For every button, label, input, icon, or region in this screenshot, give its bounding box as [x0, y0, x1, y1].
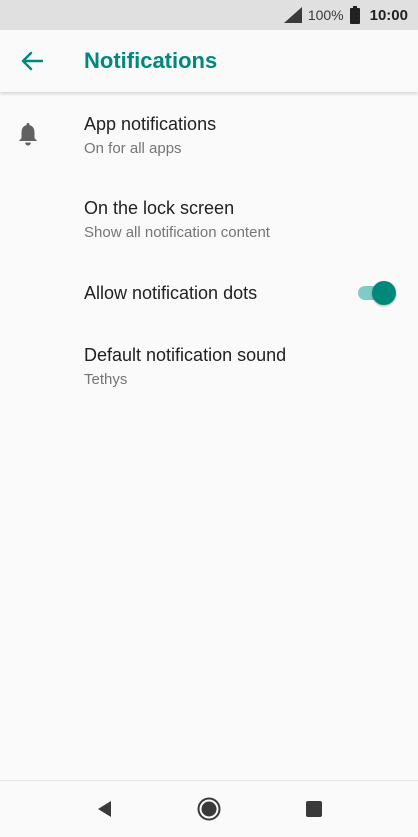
signal-icon — [283, 7, 302, 23]
setting-default-sound[interactable]: Default notification sound Tethys — [0, 331, 418, 407]
navigation-bar — [0, 780, 418, 837]
setting-app-notifications[interactable]: App notifications On for all apps — [0, 95, 418, 171]
setting-summary: Tethys — [84, 371, 128, 388]
notification-dots-toggle[interactable] — [356, 280, 398, 306]
setting-notification-dots[interactable]: Allow notification dots — [0, 265, 418, 323]
setting-title: Allow notification dots — [84, 283, 258, 303]
setting-title: On the lock screen — [84, 198, 235, 218]
setting-lock-screen[interactable]: On the lock screen Show all notification… — [0, 179, 418, 255]
app-bar: Notifications — [0, 30, 418, 92]
nav-recents-button[interactable] — [300, 795, 328, 823]
back-triangle-icon — [98, 801, 111, 817]
recents-square-icon — [306, 801, 322, 817]
back-button[interactable] — [18, 47, 46, 75]
nav-back-button[interactable] — [91, 795, 119, 823]
home-circle-icon — [197, 797, 221, 821]
setting-title: App notifications — [84, 114, 217, 134]
status-bar: 100% 10:00 — [0, 0, 418, 30]
arrow-left-icon — [21, 51, 43, 71]
page-title: Notifications — [84, 48, 218, 73]
setting-summary: On for all apps — [84, 140, 182, 157]
nav-home-button[interactable] — [195, 795, 223, 823]
toggle-thumb — [372, 281, 396, 305]
clock: 10:00 — [369, 6, 408, 24]
status-indicators: 100% 10:00 — [283, 0, 408, 30]
battery-percent: 100% — [307, 7, 344, 23]
battery-icon — [349, 6, 360, 24]
setting-summary: Show all notification content — [84, 224, 270, 241]
setting-title: Default notification sound — [84, 345, 287, 365]
bell-icon — [17, 123, 39, 152]
